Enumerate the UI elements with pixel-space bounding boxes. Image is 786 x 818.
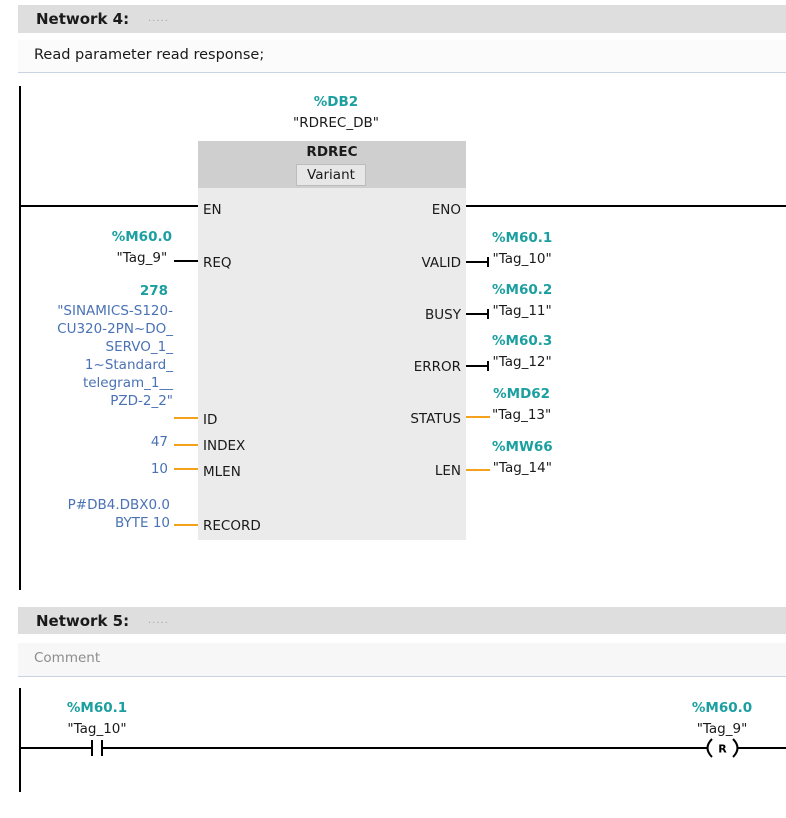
record-operand-line: P#DB4.DBX0.0 <box>67 497 170 513</box>
coil-type-label: R <box>718 743 727 756</box>
busy-pin-wire[interactable] <box>466 309 489 319</box>
status-operand-name[interactable]: "Tag_13" <box>492 405 551 426</box>
pin-eno: ENO <box>431 202 461 218</box>
instance-db[interactable]: %DB2 "RDREC_DB" <box>286 92 386 134</box>
pin-valid: VALID <box>421 255 461 271</box>
rdrec-block[interactable]: RDREC Variant EN ENO REQ ID INDEX MLEN R… <box>198 141 466 540</box>
valid-operand-name[interactable]: "Tag_10" <box>492 249 552 270</box>
contact-operand[interactable]: %M60.1 "Tag_10" <box>47 698 147 740</box>
instance-db-name[interactable]: "RDREC_DB" <box>286 113 386 134</box>
id-operand-line: "SINAMICS-S120- <box>57 303 173 319</box>
index-operand-value[interactable]: 47 <box>151 433 168 451</box>
busy-operand[interactable]: %M60.2 "Tag_11" <box>492 280 552 322</box>
id-operand-line: telegram_1__ <box>82 375 173 391</box>
error-operand-name[interactable]: "Tag_12" <box>492 352 552 373</box>
id-operand-address[interactable]: 278 <box>140 282 168 300</box>
id-operand-line: SERVO_1_ <box>105 339 173 355</box>
id-operand-name[interactable]: "SINAMICS-S120- CU320-2PN~DO_ SERVO_1_ 1… <box>57 302 173 410</box>
busy-operand-address[interactable]: %M60.2 <box>492 280 552 301</box>
coil-operand-address[interactable]: %M60.0 <box>672 698 772 719</box>
pin-id: ID <box>203 412 218 428</box>
pin-index: INDEX <box>203 438 246 454</box>
network-5-comment-row[interactable]: Comment <box>18 643 786 677</box>
status-operand-address[interactable]: %MD62 <box>492 384 551 405</box>
record-operand-line: BYTE 10 <box>114 515 170 531</box>
block-data-type-selector[interactable]: Variant <box>296 164 366 186</box>
valid-pin-wire[interactable] <box>466 257 489 267</box>
pin-record: RECORD <box>203 518 261 534</box>
normally-open-contact-icon[interactable] <box>91 740 103 756</box>
coil-right-paren <box>732 738 739 758</box>
block-name: RDREC <box>306 144 358 160</box>
status-operand[interactable]: %MD62 "Tag_13" <box>492 384 551 426</box>
contact-operand-name[interactable]: "Tag_10" <box>47 719 147 740</box>
mlen-operand-value[interactable]: 10 <box>151 460 168 478</box>
error-pin-wire[interactable] <box>466 361 489 371</box>
network-5-header[interactable]: Network 5: ..... <box>18 607 786 634</box>
req-operand-address[interactable]: %M60.0 <box>112 227 172 248</box>
pin-en: EN <box>203 202 222 218</box>
req-operand-name[interactable]: "Tag_9" <box>112 248 172 269</box>
instance-db-address[interactable]: %DB2 <box>286 92 386 113</box>
pin-len: LEN <box>434 463 461 479</box>
error-operand[interactable]: %M60.3 "Tag_12" <box>492 331 552 373</box>
record-operand-value[interactable]: P#DB4.DBX0.0 BYTE 10 <box>68 496 170 532</box>
id-operand-line: PZD-2_2" <box>110 393 173 409</box>
valid-operand[interactable]: %M60.1 "Tag_10" <box>492 228 552 270</box>
pin-mlen: MLEN <box>203 464 241 480</box>
len-operand-address[interactable]: %MW66 <box>492 437 553 458</box>
req-operand[interactable]: %M60.0 "Tag_9" <box>112 227 172 269</box>
id-operand-line: 1~Standard_ <box>84 357 173 373</box>
network-5-title[interactable]: Network 5: <box>36 612 129 630</box>
id-operand-line: CU320-2PN~DO_ <box>57 321 173 337</box>
pin-error: ERROR <box>413 359 461 375</box>
coil-operand-name[interactable]: "Tag_9" <box>672 719 772 740</box>
coil-operand[interactable]: %M60.0 "Tag_9" <box>672 698 772 740</box>
pin-req: REQ <box>203 255 232 271</box>
block-header: RDREC Variant <box>198 141 466 188</box>
error-operand-address[interactable]: %M60.3 <box>492 331 552 352</box>
pin-status: STATUS <box>410 411 461 427</box>
len-operand[interactable]: %MW66 "Tag_14" <box>492 437 553 479</box>
pin-busy: BUSY <box>425 307 461 323</box>
reset-coil-icon[interactable]: R <box>706 738 739 758</box>
valid-operand-address[interactable]: %M60.1 <box>492 228 552 249</box>
coil-left-paren <box>706 738 713 758</box>
contact-operand-address[interactable]: %M60.1 <box>47 698 147 719</box>
busy-operand-name[interactable]: "Tag_11" <box>492 301 552 322</box>
len-operand-name[interactable]: "Tag_14" <box>492 458 553 479</box>
network-5-title-field[interactable]: ..... <box>148 612 169 630</box>
network-5-comment-placeholder[interactable]: Comment <box>34 649 100 667</box>
